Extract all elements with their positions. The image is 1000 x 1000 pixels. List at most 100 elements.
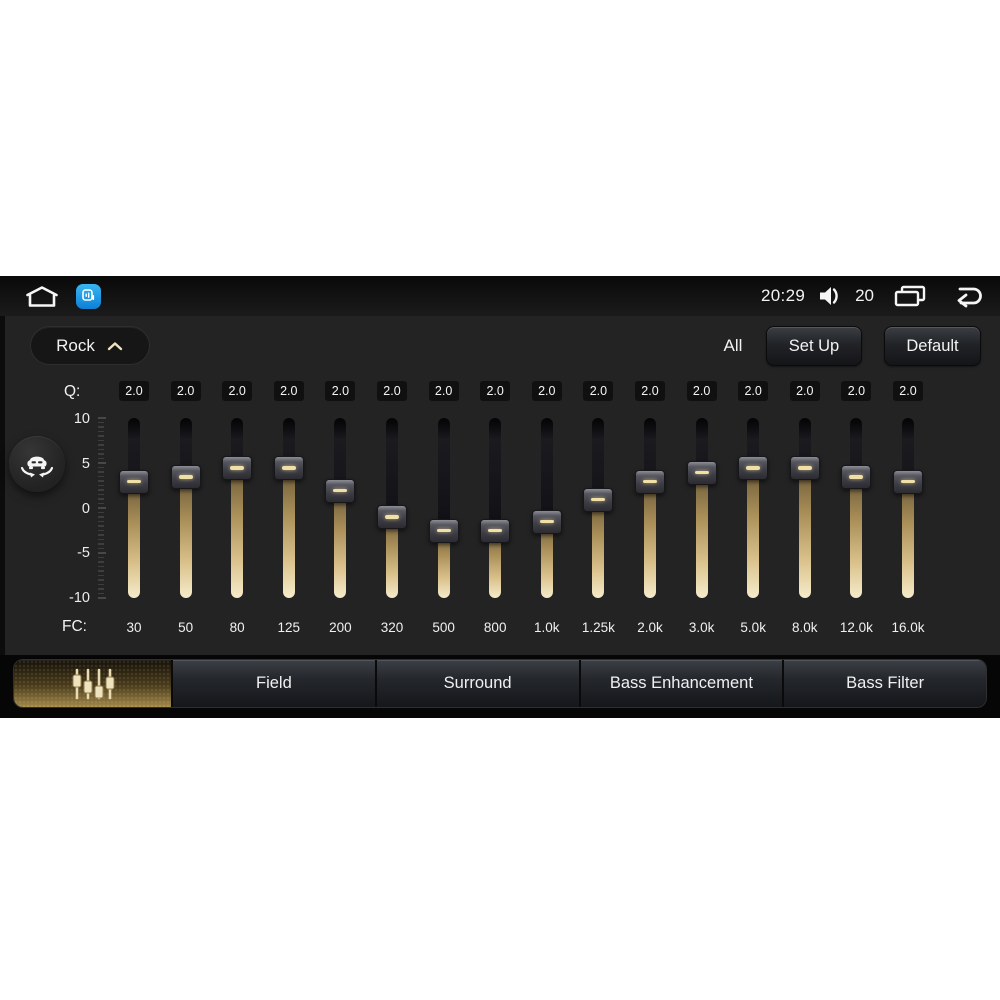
eq-slider-track-80[interactable] (211, 418, 263, 598)
eq-slider-track-200[interactable] (314, 418, 366, 598)
q-value-badge-1.25k[interactable]: 2.0 (583, 381, 614, 401)
eq-slider-track-30[interactable] (108, 418, 160, 598)
eq-slider-handle-125[interactable] (273, 456, 304, 481)
tab-label: Field (255, 674, 292, 692)
scale-tick (98, 579, 104, 581)
eq-slider-handle-2.0k[interactable] (635, 469, 665, 494)
eq-slider-handle-16.0k[interactable] (893, 469, 923, 494)
eq-slider-handle-3.0k[interactable] (686, 460, 717, 485)
tab-equalizer[interactable] (14, 660, 171, 707)
scale-tick (98, 484, 104, 487)
tab-bass-enhancement[interactable]: Bass Enhancement (578, 660, 783, 707)
eq-slider-track-125[interactable] (263, 418, 315, 598)
eq-band-8.0k: 2.0 8.0k (779, 381, 831, 643)
eq-slider-handle-1.0k[interactable] (531, 509, 562, 534)
handle-dash (385, 515, 399, 519)
tab-field[interactable]: Field (171, 660, 375, 707)
eq-slider-handle-50[interactable] (170, 465, 201, 490)
slider-track-gold-fill (179, 477, 192, 598)
eq-band-2.0k: 2.0 2.0k (624, 381, 676, 643)
eq-band-500: 2.0 500 (418, 381, 470, 643)
head-unit-screen: 20:29 20 Rock All Set Up Default Q: FC: … (0, 276, 1000, 718)
q-value-badge-8.0k[interactable]: 2.0 (789, 381, 820, 401)
scale-tick (98, 583, 104, 586)
default-button[interactable]: Default (884, 326, 981, 366)
q-value-badge-500[interactable]: 2.0 (428, 381, 459, 401)
scale-tick (98, 444, 104, 446)
speaker-volume-icon[interactable] (818, 285, 842, 307)
eq-slider-track-8.0k[interactable] (779, 418, 831, 598)
q-value-badge-1.0k[interactable]: 2.0 (531, 381, 562, 401)
eq-slider-track-2.0k[interactable] (624, 418, 676, 598)
eq-slider-handle-5.0k[interactable] (738, 456, 769, 481)
scale-tick (98, 556, 104, 559)
back-arrow-icon[interactable] (948, 283, 984, 309)
eq-slider-track-5.0k[interactable] (727, 418, 779, 598)
tab-bass-filter[interactable]: Bass Filter (782, 660, 986, 707)
eq-slider-handle-1.25k[interactable] (583, 487, 614, 512)
eq-slider-track-800[interactable] (469, 418, 521, 598)
q-value-badge-320[interactable]: 2.0 (377, 381, 407, 401)
scale-tick (98, 439, 104, 442)
car-rotate-icon (19, 448, 55, 480)
eq-slider-handle-800[interactable] (480, 518, 511, 543)
status-bar-right: 20:29 20 (761, 283, 984, 309)
eq-slider-track-500[interactable] (418, 418, 470, 598)
eq-slider-handle-320[interactable] (377, 505, 407, 530)
eq-slider-track-1.25k[interactable] (572, 418, 624, 598)
home-icon[interactable] (24, 284, 60, 309)
tab-bar-background: Field Surround Bass Enhancement Bass Filter (0, 655, 1000, 718)
scale-tick (98, 520, 104, 523)
q-value-badge-125[interactable]: 2.0 (273, 381, 304, 401)
scale-tick (98, 466, 104, 469)
eq-slider-handle-12.0k[interactable] (841, 465, 872, 490)
scale-tick (98, 453, 104, 455)
q-value-badge-50[interactable]: 2.0 (170, 381, 201, 401)
scale-tick (98, 588, 104, 590)
eq-slider-handle-80[interactable] (222, 456, 253, 481)
handle-dash (849, 475, 864, 479)
screenshot-canvas: 20:29 20 Rock All Set Up Default Q: FC: … (0, 0, 1000, 1000)
handle-dash (333, 488, 348, 493)
preset-selector[interactable]: Rock (30, 326, 150, 365)
q-value-badge-5.0k[interactable]: 2.0 (738, 381, 769, 401)
eq-band-12.0k: 2.0 12.0k (830, 381, 882, 643)
q-value-badge-200[interactable]: 2.0 (325, 381, 356, 401)
eq-slider-track-50[interactable] (160, 418, 212, 598)
q-value-badge-2.0k[interactable]: 2.0 (635, 381, 665, 401)
fc-frequency-label: 16.0k (891, 620, 925, 635)
status-bar-left (24, 283, 101, 309)
tab-surround[interactable]: Surround (374, 660, 579, 707)
eq-slider-track-3.0k[interactable] (676, 418, 728, 598)
eq-slider-track-320[interactable] (366, 418, 418, 598)
q-value-badge-80[interactable]: 2.0 (222, 381, 253, 401)
eq-slider-track-16.0k[interactable] (882, 418, 934, 598)
all-label[interactable]: All (711, 326, 755, 365)
q-value-badge-3.0k[interactable]: 2.0 (686, 381, 717, 401)
slider-track-gold-fill (798, 468, 811, 598)
eq-band-50: 2.0 50 (160, 381, 212, 643)
eq-slider-track-1.0k[interactable] (521, 418, 573, 598)
chevron-up-icon (106, 341, 124, 351)
recent-apps-icon[interactable] (893, 284, 927, 308)
eq-slider-track-12.0k[interactable] (830, 418, 882, 598)
q-value-badge-30[interactable]: 2.0 (119, 381, 149, 401)
slider-track-gold-fill (695, 472, 708, 598)
eq-band-200: 2.0 200 (314, 381, 366, 643)
volume-level-value: 20 (855, 286, 874, 305)
sound-position-button[interactable] (9, 436, 65, 492)
setup-button[interactable]: Set Up (766, 326, 862, 366)
q-value-badge-16.0k[interactable]: 2.0 (893, 381, 923, 401)
eq-slider-handle-30[interactable] (119, 469, 149, 494)
q-value-badge-12.0k[interactable]: 2.0 (841, 381, 872, 401)
eq-slider-handle-500[interactable] (428, 518, 459, 543)
scale-tick (98, 430, 104, 433)
eq-slider-handle-8.0k[interactable] (789, 456, 820, 481)
q-value-badge-800[interactable]: 2.0 (480, 381, 511, 401)
scale-tick (98, 417, 106, 419)
ai-voice-app-icon[interactable] (76, 283, 101, 309)
slider-track-gold-fill (128, 481, 140, 598)
eq-slider-handle-200[interactable] (325, 478, 356, 503)
scale-tick (98, 543, 104, 545)
scale-tick (98, 457, 104, 460)
